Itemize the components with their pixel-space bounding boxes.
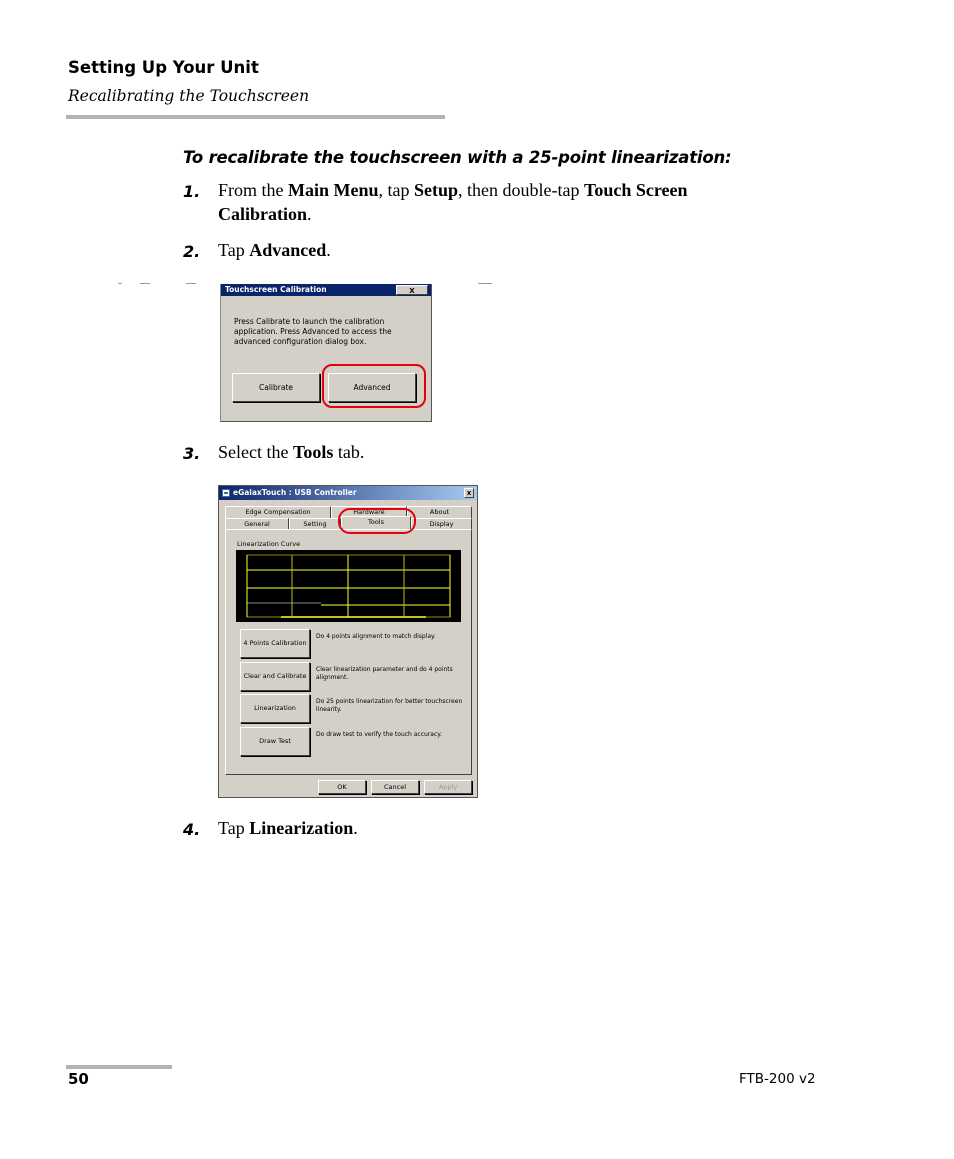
clear-and-calibrate-button[interactable]: Clear and Calibrate: [240, 662, 310, 691]
cancel-button[interactable]: Cancel: [371, 780, 419, 794]
app-icon: [222, 489, 230, 497]
curve-grid: [246, 554, 451, 618]
tool-description: Clear linearization parameter and do 4 p…: [316, 666, 453, 681]
ui-term-advanced: Advanced: [249, 240, 327, 260]
highlight-circle-advanced: [322, 364, 426, 408]
ui-term-tools: Tools: [292, 442, 334, 462]
tool-description: Do 25 points linearization for better to…: [316, 698, 463, 713]
step-text: From the Main Menu, tap Setup, then doub…: [218, 178, 778, 226]
scan-artifact: [140, 283, 150, 284]
scan-artifact: [478, 283, 492, 284]
four-points-calibration-button[interactable]: 4 Points Calibration: [240, 629, 310, 658]
linearization-button[interactable]: Linearization: [240, 694, 310, 723]
close-button[interactable]: x: [464, 488, 474, 498]
linearization-curve-plot: [236, 550, 461, 622]
tools-panel: Linearization Curve 4 Points Calibration…: [225, 529, 472, 775]
scan-artifact: [118, 283, 122, 284]
ui-term-linearization: Linearization: [249, 818, 354, 838]
document-id: FTB-200 v2: [739, 1071, 816, 1087]
text-run: .: [307, 204, 312, 224]
text-run: Select the: [218, 442, 293, 462]
text-run: tab.: [333, 442, 365, 462]
step-text: Tap Advanced.: [218, 238, 778, 262]
tab-edge-compensation[interactable]: Edge Compensation: [225, 506, 331, 518]
draw-test-button[interactable]: Draw Test: [240, 727, 310, 756]
ui-term-setup: Setup: [414, 180, 459, 200]
calibrate-button[interactable]: Calibrate: [232, 373, 320, 402]
ok-button[interactable]: OK: [318, 780, 366, 794]
text-run: From the: [218, 180, 288, 200]
header-rule: [66, 115, 445, 119]
footer-rule: [66, 1065, 172, 1069]
dialog-title: Touchscreen Calibration: [225, 285, 327, 294]
close-button[interactable]: X: [396, 285, 428, 295]
step-number: 1.: [183, 182, 201, 201]
dialog-titlebar: eGalaxTouch : USB Controller x: [219, 486, 477, 500]
highlight-circle-tools: [338, 508, 416, 534]
procedure-title: To recalibrate the touchscreen with a 25…: [183, 148, 732, 167]
ui-term-main-menu: Main Menu: [288, 180, 379, 200]
tool-description: Do draw test to verify the touch accurac…: [316, 731, 442, 738]
step-text: Tap Linearization.: [218, 816, 778, 840]
running-subhead: Recalibrating the Touchscreen: [68, 87, 310, 105]
dialog-title: eGalaxTouch : USB Controller: [233, 488, 357, 497]
step-number: 4.: [183, 820, 201, 839]
text-run: , then double-tap: [458, 180, 584, 200]
running-head: Setting Up Your Unit: [68, 58, 259, 77]
scan-artifact: [186, 283, 196, 284]
linearization-curve-label: Linearization Curve: [237, 540, 301, 548]
tab-about[interactable]: About: [407, 506, 472, 518]
dialog-message: Press Calibrate to launch the calibratio…: [234, 317, 392, 346]
step-text: Select the Tools tab.: [218, 440, 778, 464]
dialog-titlebar: Touchscreen Calibration X: [221, 284, 431, 296]
text-run: , tap: [378, 180, 415, 200]
text-run: .: [353, 818, 358, 838]
text-run: .: [326, 240, 331, 260]
step-number: 3.: [183, 444, 201, 463]
apply-button[interactable]: Apply: [424, 780, 472, 794]
step-number: 2.: [183, 242, 201, 261]
text-run: Tap: [218, 818, 250, 838]
text-run: Tap: [218, 240, 250, 260]
tool-description: Do 4 points alignment to match display.: [316, 633, 436, 640]
page-number: 50: [68, 1070, 89, 1088]
